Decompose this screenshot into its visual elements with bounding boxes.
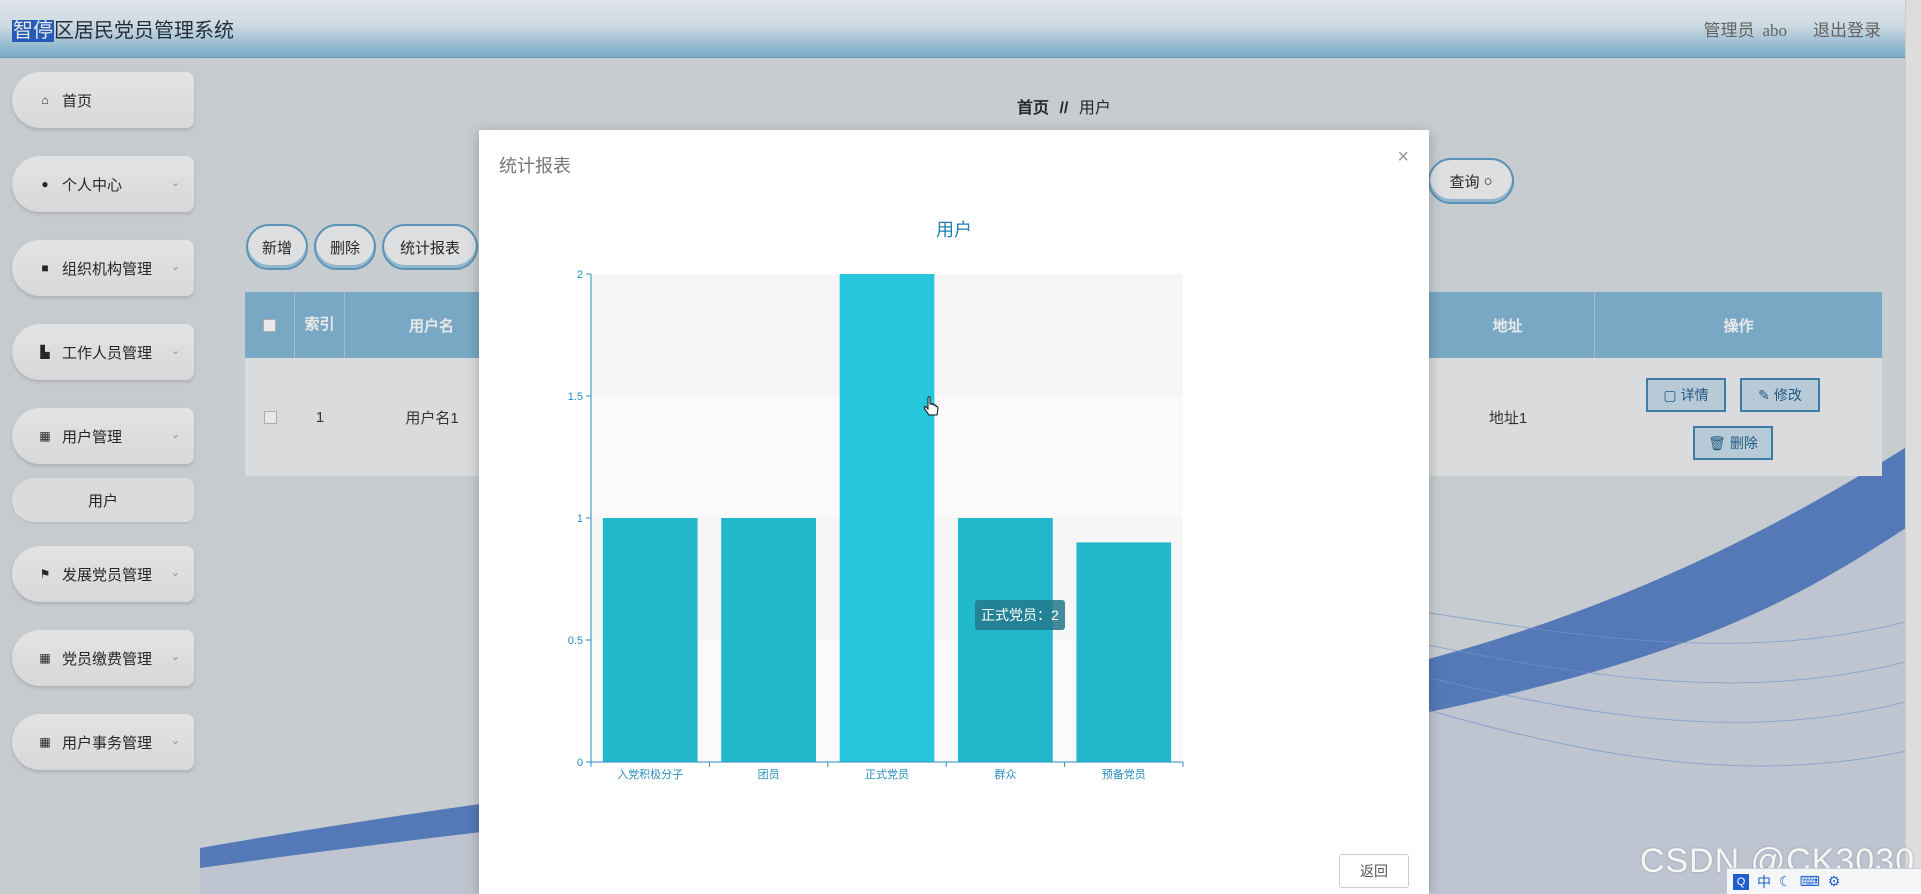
chart-tooltip: 正式党员：2 (975, 600, 1065, 630)
system-tray: Q 中 ☾ ⌨ ⚙ (1727, 868, 1921, 894)
close-icon[interactable]: × (1397, 146, 1409, 169)
back-button[interactable]: 返回 (1339, 854, 1409, 888)
bar-2 (721, 518, 816, 762)
settings-icon[interactable]: ⚙ (1828, 873, 1841, 890)
y-tick-label: 0 (577, 757, 583, 769)
bar-chart: 入党积极分子 团员 正式党员 群众 预备党员 0 0.5 1 1.5 2 (568, 269, 1184, 781)
ime-indicator[interactable]: 中 (1757, 872, 1771, 892)
chart-title: 用户 (936, 220, 972, 240)
hand-cursor-icon (923, 396, 939, 416)
x-tick-label: 群众 (994, 767, 1016, 781)
modal-title: 统计报表 (499, 156, 571, 176)
bar-4 (958, 518, 1053, 762)
y-tick-label: 1.5 (568, 391, 583, 403)
y-tick-label: 2 (577, 269, 583, 281)
x-tick-label: 正式党员 (865, 768, 909, 781)
stats-modal: 统计报表 × 用户 入党积极分子 团员 正式党员 群众 预备党员 0 0.5 1 1.5 2 返回 (479, 130, 1429, 894)
bar-3 (839, 274, 935, 762)
search-icon[interactable]: Q (1733, 873, 1749, 890)
back-button-label: 返回 (1360, 863, 1388, 879)
bar-1 (602, 518, 698, 762)
bar-5 (1076, 542, 1172, 762)
y-tick-label: 1 (577, 513, 583, 525)
keyboard-icon[interactable]: ⌨ (1800, 873, 1820, 890)
x-tick-label: 预备党员 (1102, 767, 1146, 781)
x-tick-label: 入党积极分子 (617, 767, 683, 781)
y-tick-label: 0.5 (568, 635, 583, 647)
moon-icon[interactable]: ☾ (1779, 873, 1792, 890)
x-tick-label: 团员 (758, 768, 780, 781)
